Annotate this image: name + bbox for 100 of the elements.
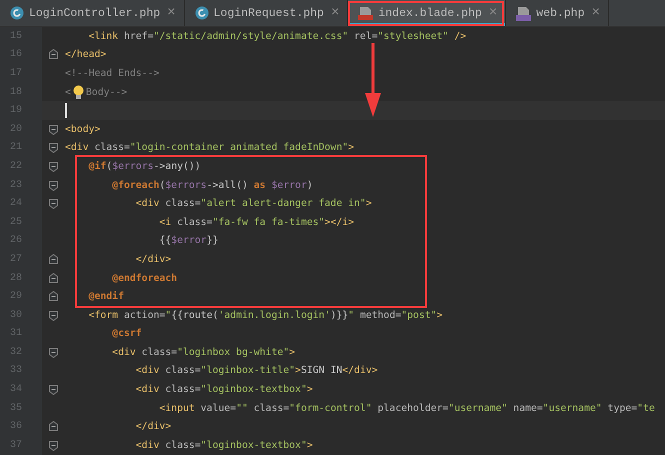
code-directive: @endif <box>88 291 124 302</box>
code-text: ) <box>306 180 313 191</box>
code-string: "alert alert-danger fade in" <box>200 198 366 210</box>
code-comment: <!--Head Ends--> <box>65 68 160 79</box>
fold-icon[interactable] <box>48 440 59 451</box>
code-tag: </div> <box>65 254 172 265</box>
code-tag: > <box>289 346 296 358</box>
code-tag: <div <box>65 440 160 451</box>
fold-icon[interactable] <box>48 124 59 135</box>
code-attribute: class= <box>93 142 130 154</box>
fold-icon[interactable] <box>48 291 59 302</box>
fold-icon[interactable] <box>48 384 59 396</box>
code-attribute: class= <box>252 402 290 414</box>
code-string: "username" <box>448 402 508 414</box>
fold-icon[interactable] <box>48 310 59 321</box>
code-comment: < <box>65 86 71 98</box>
file-tab[interactable]: LoginRequest.php × <box>184 0 348 26</box>
code-directive: @foreach <box>111 180 160 191</box>
code-attribute: class= <box>176 216 212 228</box>
code-attribute: placeholder= <box>376 402 448 414</box>
code-attribute: action= <box>122 310 166 321</box>
code-string: "login-container animated fadeInDown" <box>130 142 348 154</box>
code-tag: > <box>348 142 354 154</box>
code-tag: <div <box>65 384 160 396</box>
fold-icon[interactable] <box>48 346 59 358</box>
code-string: " <box>348 310 354 321</box>
code-text: ->any()) <box>154 160 201 172</box>
lightbulb-icon[interactable] <box>72 84 85 100</box>
code-tag: <link <box>65 30 118 42</box>
code-attribute: type= <box>606 402 638 414</box>
fold-icon[interactable] <box>48 160 59 172</box>
class-file-icon <box>194 6 209 20</box>
fold-icon[interactable] <box>48 421 59 432</box>
fold-icon[interactable] <box>48 254 59 265</box>
code-string: "loginbox-textbox" <box>200 384 307 396</box>
close-icon[interactable]: × <box>488 5 498 21</box>
close-icon[interactable]: × <box>330 5 340 21</box>
close-icon[interactable]: × <box>592 5 600 21</box>
code-string: "loginbox-title" <box>200 365 296 376</box>
code-variable: $errors <box>112 160 154 172</box>
php-file-icon <box>516 6 532 20</box>
tab-label: index.blade.php <box>378 6 482 20</box>
code-tag: <form <box>65 310 118 321</box>
code-variable: $error <box>171 235 207 246</box>
code-string: "te <box>637 402 655 414</box>
code-directive: @if <box>88 160 106 172</box>
close-icon[interactable]: × <box>167 5 176 21</box>
file-tab[interactable]: web.php × <box>506 0 610 26</box>
code-string: "loginbox bg-white" <box>177 346 290 358</box>
code-string: "form-control" <box>289 402 372 414</box>
fold-icon[interactable] <box>48 272 59 284</box>
code-tag: <div <box>65 365 160 376</box>
code-tag: > <box>306 440 313 451</box>
code-string: "post" <box>401 310 437 321</box>
code-attribute: rel= <box>353 30 378 42</box>
code-attribute: class= <box>140 346 178 358</box>
code-string: "" <box>236 402 248 414</box>
code-text: {{route( <box>171 310 218 321</box>
code-tag: > <box>436 310 443 321</box>
code-tag: > <box>306 384 313 396</box>
blade-file-icon <box>358 6 374 20</box>
code-attribute: class= <box>164 440 201 451</box>
code-tag: </div> <box>65 421 172 432</box>
code-text: ( <box>159 180 166 191</box>
code-text: ->all() <box>206 180 249 191</box>
code-tag: ></i> <box>324 216 354 228</box>
code-string: 'admin.login.login' <box>218 310 330 321</box>
code-string: "/static/admin/style/animate.css" <box>153 30 348 42</box>
code-tag: <div <box>65 346 136 358</box>
code-tag: <body> <box>65 124 100 135</box>
code-text: }} <box>206 235 218 246</box>
file-tab[interactable]: LoginController.php × <box>0 0 185 26</box>
fold-icon[interactable] <box>48 142 59 154</box>
code-tag: </head> <box>65 49 106 60</box>
class-file-icon <box>10 6 24 20</box>
tab-label: LoginController.php <box>29 6 160 20</box>
file-tab[interactable]: index.blade.php × <box>348 0 506 26</box>
code-text: SIGN IN <box>300 365 342 376</box>
code-text: {{ <box>158 235 172 246</box>
fold-icon[interactable] <box>48 180 59 191</box>
fold-icon[interactable] <box>48 49 59 60</box>
code-string: " <box>165 310 172 321</box>
code-comment: Body--> <box>86 86 128 98</box>
code-attribute: method= <box>358 310 402 321</box>
code-string: "loginbox-textbox" <box>200 440 307 451</box>
tab-label: LoginRequest.php <box>214 6 324 20</box>
code-text: ( <box>106 160 112 172</box>
code-string: "stylesheet" <box>378 30 448 42</box>
code-string: "fa-fw fa fa-times" <box>212 216 325 228</box>
code-tag: /> <box>448 30 466 42</box>
fold-icon[interactable] <box>48 198 59 210</box>
code-variable: $errors <box>165 180 207 191</box>
code-tag: <div <box>65 198 160 210</box>
code-attribute: name= <box>512 402 543 414</box>
code-directive: @endforeach <box>111 272 178 284</box>
code-attribute: href= <box>122 30 154 42</box>
code-attribute: class= <box>164 198 201 210</box>
code-tag: <div <box>65 142 89 154</box>
code-tag: <i <box>65 216 172 228</box>
tab-label: web.php <box>536 6 585 20</box>
